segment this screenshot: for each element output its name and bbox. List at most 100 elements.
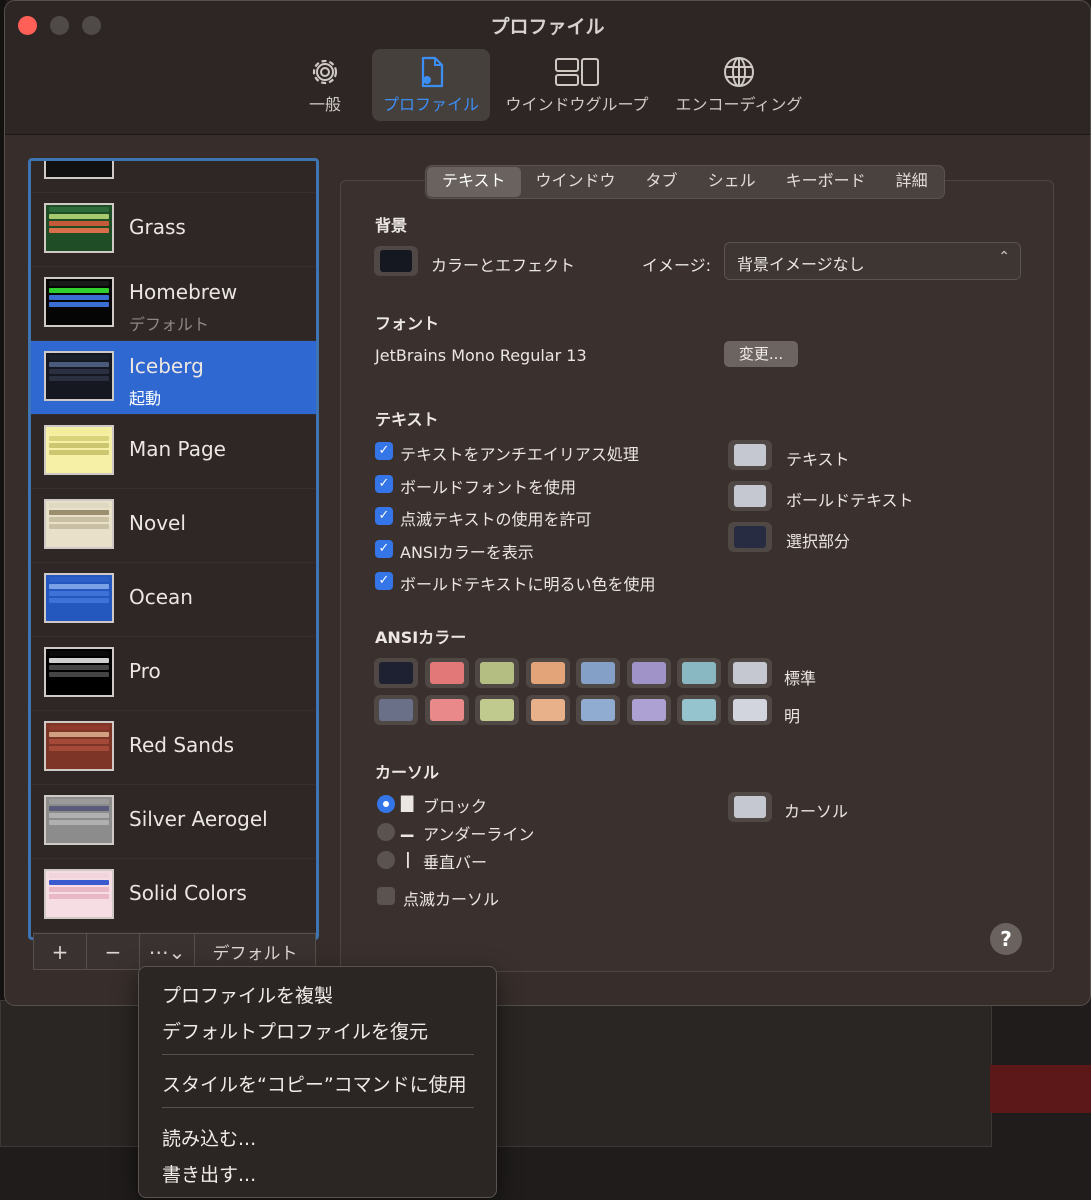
globe-icon	[724, 57, 754, 87]
ansi-normal-color-4[interactable]	[576, 658, 620, 688]
color-swatch	[379, 662, 413, 684]
profile-name: Novel	[129, 511, 186, 535]
gear-icon	[312, 59, 338, 85]
remove-profile-button[interactable]: −	[87, 934, 140, 969]
tab-3[interactable]: シェル	[693, 167, 771, 197]
cursor-block-radio[interactable]	[377, 795, 395, 813]
text-color-well[interactable]	[728, 522, 772, 552]
ansi-normal-color-0[interactable]	[374, 658, 418, 688]
ansi-bright-color-3[interactable]	[525, 695, 570, 725]
profile-name: Red Sands	[129, 733, 235, 757]
profile-thumbnail	[44, 795, 114, 845]
profile-item-red-sands[interactable]: Red Sands	[31, 711, 316, 785]
text-option-checkbox[interactable]: ✓	[375, 507, 393, 525]
profile-item-homebrew[interactable]: Homebrew デフォルト	[31, 267, 316, 341]
menu-restore-default-profiles[interactable]: デフォルトプロファイルを復元	[162, 1017, 428, 1044]
ansi-bright-color-0[interactable]	[374, 695, 418, 725]
menu-use-for-copy-command[interactable]: スタイルを“コピー”コマンドに使用	[162, 1070, 467, 1097]
color-swatch	[480, 699, 514, 721]
ansi-normal-color-1[interactable]	[424, 658, 469, 688]
cursor-bar-radio[interactable]	[377, 851, 395, 869]
tab-2[interactable]: タブ	[631, 167, 693, 197]
color-swatch	[682, 699, 716, 721]
ansi-bright-color-4[interactable]	[576, 695, 620, 725]
text-option-checkbox[interactable]: ✓	[375, 474, 393, 493]
ansi-bright-color-6[interactable]	[677, 695, 721, 725]
title-bar: プロファイル 一般 プロファイル ウインドウグループ エンコーディング	[5, 1, 1090, 135]
toolbar-general[interactable]: 一般	[295, 49, 355, 121]
menu-duplicate-profile[interactable]: プロファイルを複製	[162, 981, 333, 1008]
tab-5[interactable]: 詳細	[881, 167, 943, 197]
ansi-normal-color-3[interactable]	[525, 658, 570, 688]
cursor-color-well[interactable]	[728, 792, 772, 822]
ansi-normal-color-6[interactable]	[677, 658, 721, 688]
profile-list-items: Basic Grass Homebrew デフォルト Iceberg 起動 Man Page…	[31, 161, 316, 933]
profile-thumbnail	[44, 161, 114, 179]
color-swatch	[530, 662, 565, 684]
profile-list[interactable]: Basic Grass Homebrew デフォルト Iceberg 起動 Man Page…	[28, 158, 319, 940]
font-heading: フォント	[375, 314, 440, 333]
blink-cursor-label: 点滅カーソル	[403, 890, 500, 909]
profile-subtitle: 起動	[129, 389, 162, 408]
color-swatch	[530, 699, 565, 721]
profile-item-solid-colors[interactable]: Solid Colors	[31, 859, 316, 933]
color-swatch	[732, 699, 767, 721]
profile-item-pro[interactable]: Pro	[31, 637, 316, 711]
change-font-button[interactable]: 変更...	[724, 341, 798, 367]
menu-separator	[162, 1054, 474, 1055]
background-image-popup[interactable]: 背景イメージなし ⌃	[724, 242, 1021, 280]
ansi-normal-color-7[interactable]	[727, 658, 772, 688]
text-option-checkbox[interactable]: ✓	[375, 539, 393, 558]
color-swatch	[734, 485, 766, 507]
background-image-value: 背景イメージなし	[737, 255, 865, 274]
toolbar-window-groups[interactable]: ウインドウグループ	[503, 49, 651, 121]
menu-import[interactable]: 読み込む...	[162, 1124, 256, 1151]
tab-4[interactable]: キーボード	[771, 167, 881, 197]
toolbar-encoding-label: エンコーディング	[675, 95, 803, 114]
color-swatch	[581, 662, 615, 684]
tab-0[interactable]: テキスト	[427, 167, 521, 197]
ansi-bright-color-5[interactable]	[626, 695, 671, 725]
add-profile-button[interactable]: +	[34, 934, 87, 969]
profile-thumbnail	[44, 277, 114, 327]
window-groups-icon	[555, 58, 599, 86]
text-option-label: ANSIカラーを表示	[400, 542, 534, 562]
help-button[interactable]: ?	[990, 923, 1022, 955]
ansi-normal-color-2[interactable]	[475, 658, 519, 688]
ansi-bright-color-2[interactable]	[475, 695, 519, 725]
tab-1[interactable]: ウインドウ	[521, 167, 631, 197]
profile-item-basic[interactable]: Basic	[31, 161, 316, 193]
profile-list-buttons: + − ⋯⌄ デフォルト	[33, 933, 316, 970]
profile-name: Grass	[129, 215, 186, 239]
profile-thumbnail	[44, 647, 114, 697]
text-option-checkbox[interactable]: ✓	[375, 572, 393, 590]
background-red-area	[990, 1065, 1091, 1113]
color-effects-label: カラーとエフェクト	[431, 256, 576, 275]
toolbar-encoding[interactable]: エンコーディング	[670, 49, 808, 121]
color-swatch	[734, 444, 766, 466]
image-label: イメージ:	[642, 256, 712, 275]
ansi-heading: ANSIカラー	[375, 628, 467, 647]
profile-document-icon	[421, 56, 444, 88]
profile-item-iceberg[interactable]: Iceberg 起動	[31, 341, 316, 415]
text-color-well[interactable]	[728, 440, 772, 470]
profile-item-novel[interactable]: Novel	[31, 489, 316, 563]
more-actions-button[interactable]: ⋯⌄	[140, 934, 195, 969]
toolbar-profiles[interactable]: プロファイル	[372, 49, 490, 121]
profile-item-man-page[interactable]: Man Page	[31, 415, 316, 489]
menu-export[interactable]: 書き出す...	[162, 1160, 256, 1187]
text-option-checkbox[interactable]: ✓	[375, 442, 393, 460]
background-color-well[interactable]	[374, 246, 418, 276]
ansi-normal-color-5[interactable]	[626, 658, 671, 688]
profile-item-ocean[interactable]: Ocean	[31, 563, 316, 637]
text-color-well[interactable]	[728, 481, 772, 511]
ansi-bright-color-1[interactable]	[424, 695, 469, 725]
profile-item-grass[interactable]: Grass	[31, 193, 316, 267]
set-default-button[interactable]: デフォルト	[195, 934, 315, 969]
ansi-bright-color-7[interactable]	[727, 695, 772, 725]
ansi-normal-label: 標準	[784, 669, 817, 688]
cursor-block-label: ブロック	[423, 797, 488, 816]
profile-item-silver-aerogel[interactable]: Silver Aerogel	[31, 785, 316, 859]
cursor-underline-radio[interactable]	[377, 823, 395, 841]
blink-cursor-checkbox[interactable]	[377, 887, 395, 905]
